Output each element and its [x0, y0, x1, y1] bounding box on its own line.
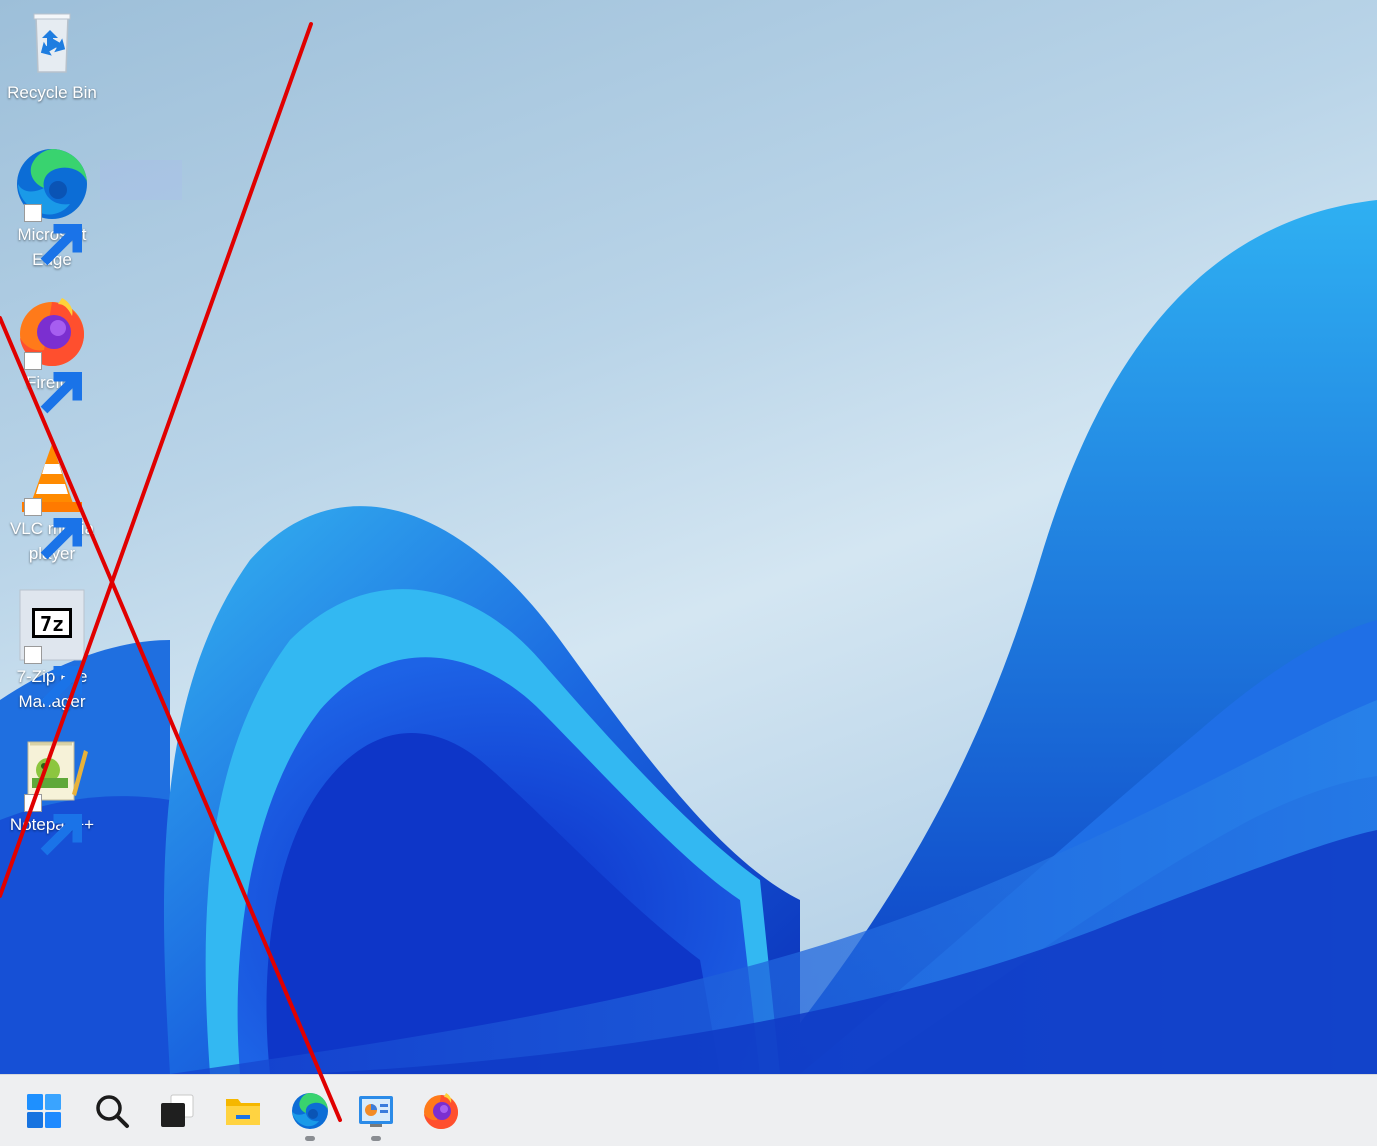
taskbar-firefox-button[interactable]: [413, 1083, 469, 1139]
file-explorer-button[interactable]: [215, 1083, 271, 1139]
running-indicator: [305, 1136, 315, 1141]
desktop-icon-vlc-media-player[interactable]: VLC media player: [2, 440, 102, 566]
shortcut-arrow-icon: [24, 646, 82, 708]
shortcut-arrow-icon: [24, 498, 82, 560]
file-explorer-icon: [226, 1099, 260, 1125]
desktop-icon-7zip-file-manager[interactable]: 7z 7-Zip File Manager: [2, 588, 102, 714]
recycle-bin-icon: [33, 13, 71, 73]
edge-icon: [292, 1093, 328, 1129]
desktop-icon-firefox[interactable]: Firefox: [2, 294, 102, 414]
shortcut-arrow-icon: [24, 352, 82, 414]
shortcut-arrow-icon: [24, 204, 82, 266]
taskbar-control-panel-button[interactable]: [348, 1083, 404, 1141]
wallpaper-bloom: [0, 200, 1377, 1074]
taskbar-edge-button[interactable]: [282, 1083, 338, 1141]
firefox-icon: [424, 1093, 458, 1129]
taskbar: [0, 1074, 1377, 1146]
running-indicator: [371, 1136, 381, 1141]
shortcut-arrow-icon: [24, 794, 82, 856]
start-button[interactable]: [16, 1083, 72, 1139]
desktop-icon-microsoft-edge[interactable]: Microsoft Edge: [2, 146, 102, 272]
desktop[interactable]: Recycle Bin Microsoft Edge Firefox VLC m…: [0, 0, 1377, 1074]
task-view-icon: [161, 1094, 194, 1127]
selection-highlight: [100, 160, 182, 200]
start-icon: [27, 1094, 61, 1128]
desktop-icon-notepad-plus-plus[interactable]: Notepad++: [2, 736, 102, 856]
task-view-button[interactable]: [149, 1083, 205, 1139]
desktop-icon-label: Recycle Bin: [7, 83, 97, 102]
desktop-icon-recycle-bin[interactable]: Recycle Bin: [2, 4, 102, 105]
7zip-glyph: 7z: [40, 612, 64, 636]
control-panel-icon: [359, 1096, 393, 1127]
search-icon: [96, 1095, 129, 1128]
search-button[interactable]: [84, 1083, 140, 1139]
